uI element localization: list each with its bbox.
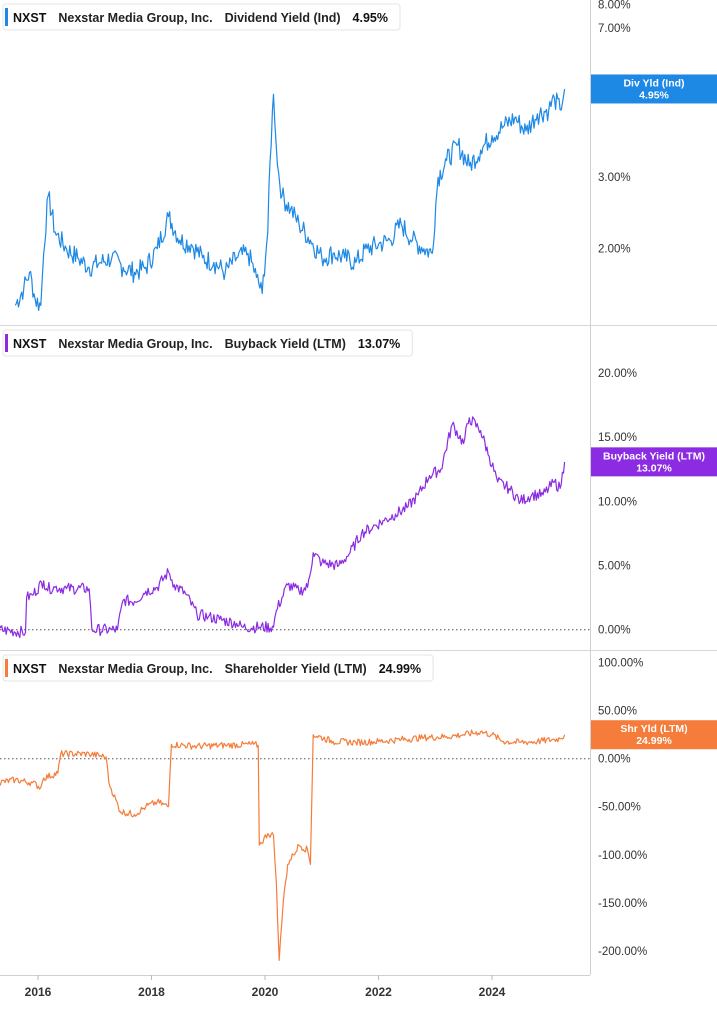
last-value-tag-value: 13.07% (636, 462, 672, 474)
last-value-tag-label: Div Yld (Ind) (623, 77, 684, 89)
y-tick-label: -50.00% (598, 802, 641, 814)
y-tick-label: 0.00% (598, 625, 631, 637)
y-tick-label: 10.00% (598, 496, 637, 508)
chart-svg: 8.00%7.00%5.00%3.00%2.00%Div Yld (Ind)4.… (0, 0, 717, 999)
legend-ticker: NXST (13, 337, 47, 351)
last-value-tag-value: 24.99% (636, 735, 672, 747)
legend-metric: Shareholder Yield (LTM) (225, 662, 367, 676)
y-tick-label: 15.00% (598, 432, 637, 444)
legend: NXST Nexstar Media Group, Inc. Buyback Yie… (2, 329, 413, 357)
legend-color-marker (5, 659, 8, 677)
y-tick-label: 50.00% (598, 706, 637, 718)
y-tick-label: 8.00% (598, 0, 631, 11)
legend-ticker: NXST (13, 11, 47, 25)
chart-panel-2: 20.00% 15.00% 10.00% 5.00% 0.00% Buyback Yiel… (0, 329, 717, 639)
x-tick-label: 2022 (365, 985, 392, 999)
legend-color-marker (5, 8, 8, 26)
legend-color-marker (5, 334, 8, 352)
legend-company: Nexstar Media Group, Inc. (58, 337, 212, 351)
y-tick-label: 5.00% (598, 561, 631, 573)
y-tick-label: 7.00% (598, 23, 631, 35)
legend-metric: Dividend Yield (Ind) (225, 11, 341, 25)
series-line (0, 729, 566, 961)
last-value-tag-label: Buyback Yield (LTM) (603, 450, 705, 462)
chart-panel-1: 8.00%7.00%5.00%3.00%2.00%Div Yld (Ind)4.… (2, 0, 717, 311)
legend-value: 13.07% (358, 337, 400, 351)
y-tick-label: -100.00% (598, 850, 647, 862)
x-tick-label: 2018 (138, 985, 165, 999)
y-tick-label: -200.00% (598, 946, 647, 958)
last-value-tag-label: Shr Yld (LTM) (620, 723, 687, 735)
y-tick-label: 0.00% (598, 754, 631, 766)
y-tick-label: 3.00% (598, 172, 631, 184)
series-line (0, 416, 566, 639)
legend-ticker: NXST (13, 662, 47, 676)
legend-value: 4.95% (353, 11, 388, 25)
legend-company: Nexstar Media Group, Inc. (58, 662, 212, 676)
chart-panel-3: 100.00% 50.00% 0.00% -50.00% -100.00% -150.00… (0, 654, 717, 961)
legend-value: 24.99% (379, 662, 421, 676)
x-tick-label: 2016 (25, 985, 52, 999)
y-tick-label: 100.00% (598, 658, 643, 670)
legend-metric: Buyback Yield (LTM) (225, 337, 346, 351)
x-axis: 2016 2018 2020 2022 2024 (25, 975, 506, 999)
chart-stage: 8.00%7.00%5.00%3.00%2.00%Div Yld (Ind)4.… (0, 0, 717, 1005)
legend: NXST Nexstar Media Group, Inc. Dividend Yi… (2, 3, 401, 31)
series-line (14, 88, 566, 311)
legend: NXST Nexstar Media Group, Inc. Shareholder… (2, 654, 434, 682)
last-value-tag-value: 4.95% (639, 89, 669, 101)
y-tick-label: 20.00% (598, 368, 637, 380)
y-tick-label: 2.00% (598, 244, 631, 256)
legend-company: Nexstar Media Group, Inc. (58, 11, 212, 25)
x-tick-label: 2024 (479, 985, 506, 999)
y-tick-label: -150.00% (598, 898, 647, 910)
x-tick-label: 2020 (252, 985, 279, 999)
